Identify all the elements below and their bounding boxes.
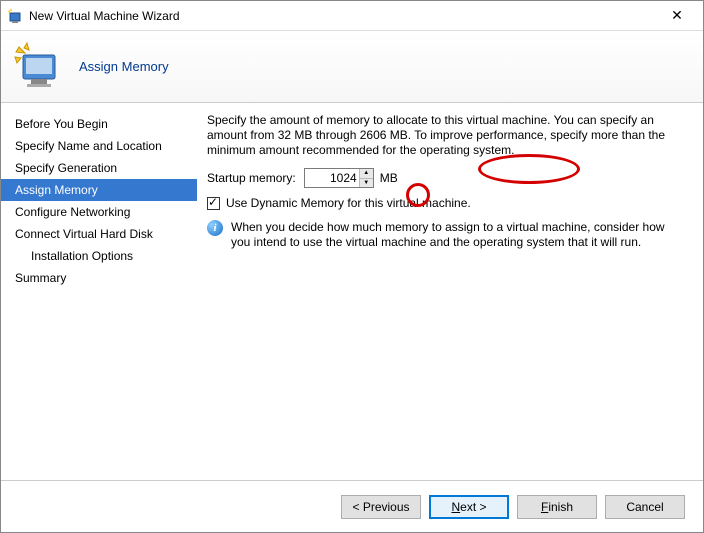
spinner-up-icon[interactable]: ▲ [359,169,373,179]
close-button[interactable]: ✕ [657,7,697,24]
step-assign-memory[interactable]: Assign Memory [1,179,197,201]
description-text: Specify the amount of memory to allocate… [207,113,685,158]
step-specify-name[interactable]: Specify Name and Location [1,135,197,157]
wizard-window: New Virtual Machine Wizard ✕ Assign Memo… [0,0,704,533]
startup-memory-row: Startup memory: ▲ ▼ MB [207,168,685,188]
finish-rest: inish [548,500,573,514]
info-row: i When you decide how much memory to ass… [207,220,685,250]
finish-button[interactable]: Finish [517,495,597,519]
startup-memory-label: Startup memory: [207,171,296,185]
window-title: New Virtual Machine Wizard [29,9,657,23]
cancel-button[interactable]: Cancel [605,495,685,519]
dynamic-memory-label: Use Dynamic Memory for this virtual mach… [226,196,471,210]
page-title: Assign Memory [79,59,169,74]
info-text: When you decide how much memory to assig… [231,220,685,250]
step-before-you-begin[interactable]: Before You Begin [1,113,197,135]
body: Before You Begin Specify Name and Locati… [1,103,703,480]
spinner-down-icon[interactable]: ▼ [359,179,373,188]
step-summary[interactable]: Summary [1,267,197,289]
sidebar: Before You Begin Specify Name and Locati… [1,103,197,480]
previous-button[interactable]: < Previous [341,495,421,519]
memory-spinner[interactable]: ▲ ▼ [359,169,373,187]
step-connect-vhd[interactable]: Connect Virtual Hard Disk [1,223,197,245]
content-pane: Specify the amount of memory to allocate… [197,103,703,480]
header-icon [13,41,65,93]
next-mnemonic: N [451,500,460,514]
header: Assign Memory [1,31,703,103]
next-rest: ext > [460,500,486,514]
dynamic-memory-checkbox-row[interactable]: Use Dynamic Memory for this virtual mach… [207,196,685,210]
finish-mnemonic: F [541,500,548,514]
next-button[interactable]: Next > [429,495,509,519]
step-installation-options[interactable]: Installation Options [1,245,197,267]
step-configure-networking[interactable]: Configure Networking [1,201,197,223]
dynamic-memory-checkbox[interactable] [207,197,220,210]
titlebar: New Virtual Machine Wizard ✕ [1,1,703,31]
memory-unit: MB [380,171,398,185]
startup-memory-field-wrap: ▲ ▼ [304,168,374,188]
step-specify-generation[interactable]: Specify Generation [1,157,197,179]
footer: < Previous Next > Finish Cancel [1,480,703,532]
wizard-icon [7,8,23,24]
info-icon: i [207,220,223,236]
